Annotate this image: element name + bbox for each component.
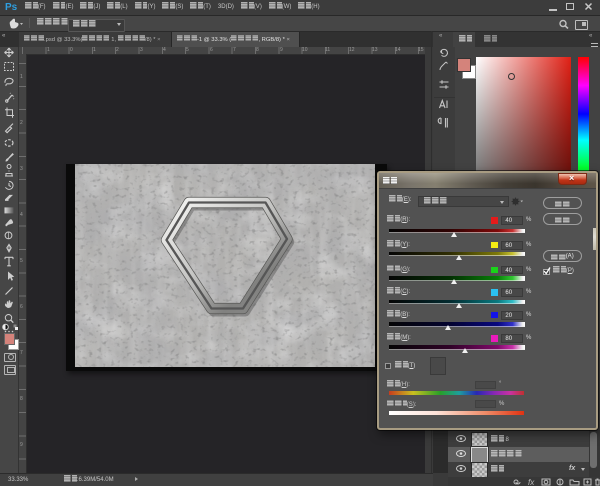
svg-text:fx: fx [528,478,535,486]
